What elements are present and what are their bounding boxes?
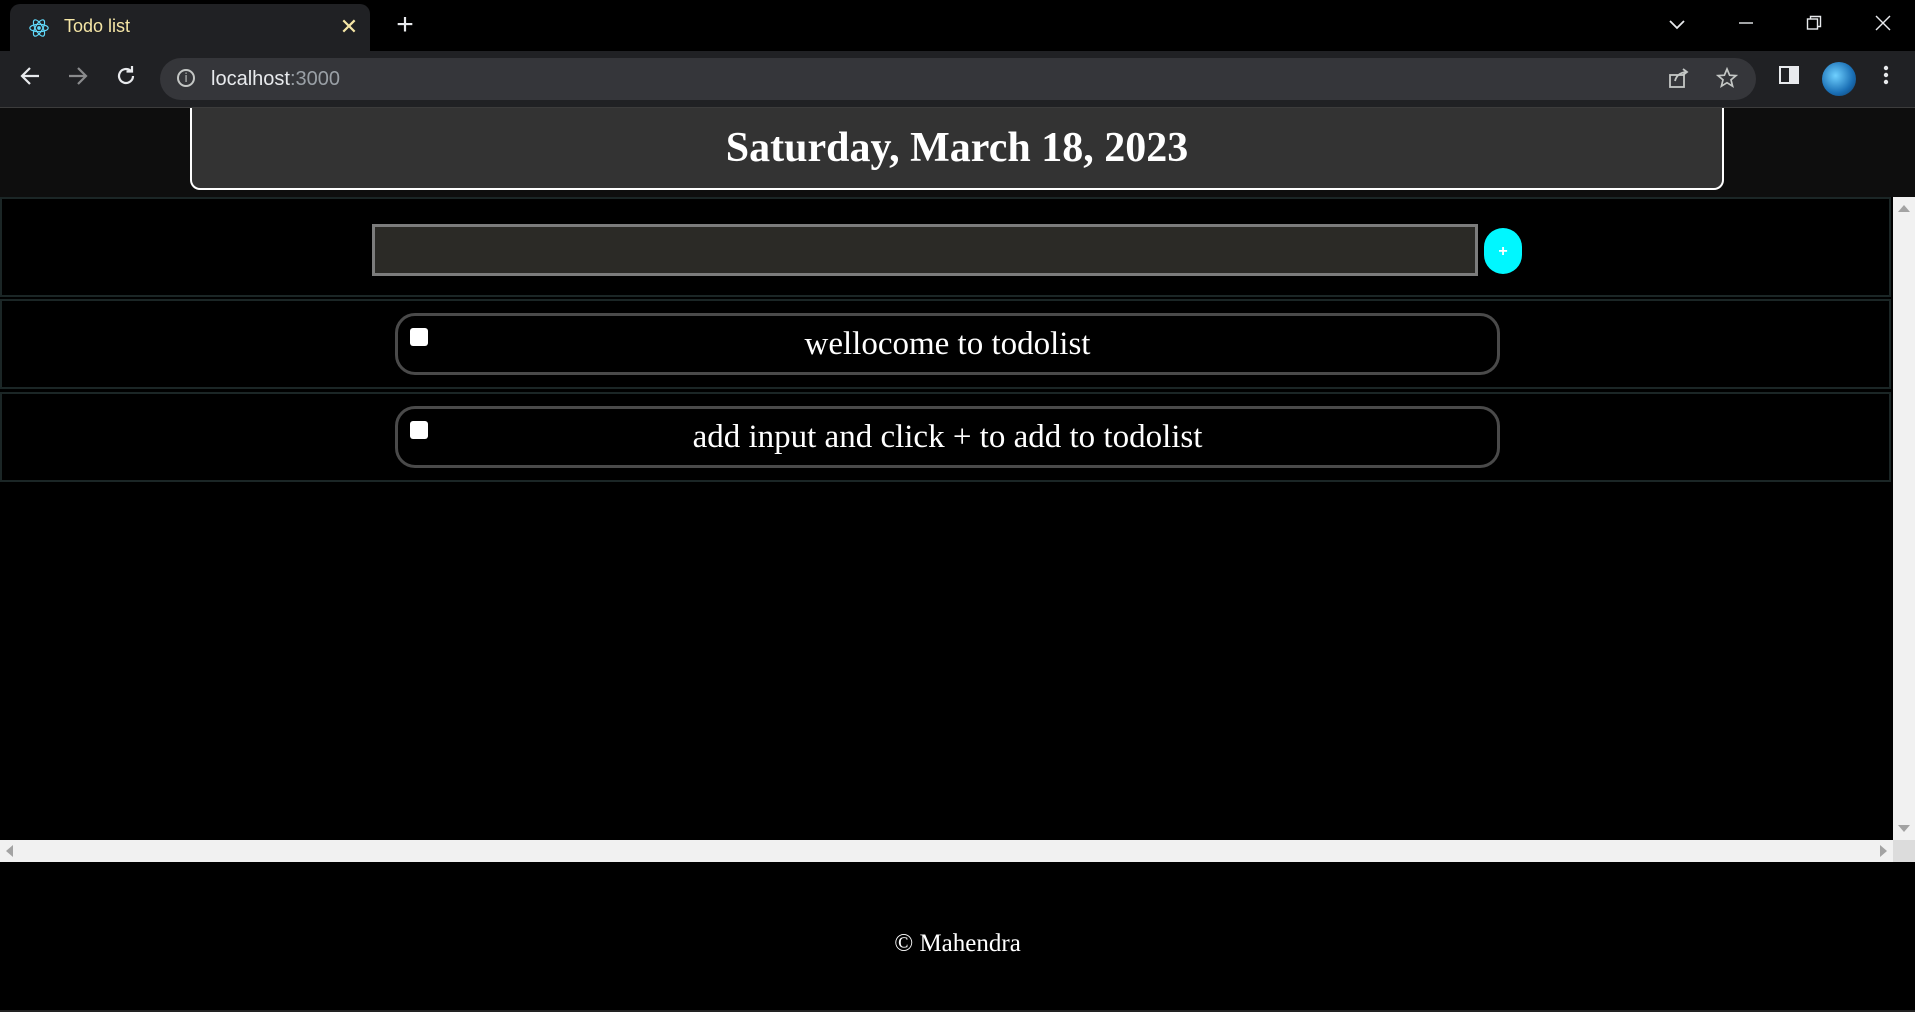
profile-avatar[interactable] (1822, 62, 1856, 96)
scroll-down-icon[interactable] (1898, 825, 1910, 832)
url-port: :3000 (289, 68, 340, 90)
url-text: localhost:3000 (211, 68, 340, 91)
browser-toolbar: i localhost:3000 (0, 51, 1915, 108)
address-bar[interactable]: i localhost:3000 (160, 58, 1756, 100)
side-panel-icon[interactable] (1774, 64, 1804, 94)
tab-search-icon[interactable] (1662, 10, 1692, 40)
new-tab-icon[interactable]: + (390, 10, 420, 41)
scroll-left-icon[interactable] (6, 845, 13, 857)
scrollbar-corner (1893, 840, 1915, 862)
footer-copyright: © Mahendra (894, 930, 1021, 957)
todo-input[interactable] (372, 224, 1478, 276)
bookmark-star-icon[interactable] (1714, 66, 1740, 93)
todo-scroll-area[interactable]: + wellocome to todolist add input and cl… (0, 197, 1893, 840)
date-title: Saturday, March 18, 2023 (725, 125, 1189, 171)
restore-icon[interactable] (1799, 10, 1829, 40)
close-window-icon[interactable] (1868, 10, 1898, 40)
vertical-scrollbar[interactable] (1893, 197, 1915, 840)
date-header: Saturday, March 18, 2023 (190, 108, 1724, 190)
reload-icon[interactable] (110, 63, 142, 95)
footer: © Mahendra (0, 862, 1915, 1012)
todo-card: add input and click + to add to todolist (395, 406, 1500, 468)
input-row: + (0, 197, 1891, 297)
todo-item: add input and click + to add to todolist (0, 392, 1891, 482)
todo-card: wellocome to todolist (395, 313, 1500, 375)
todo-item: wellocome to todolist (0, 299, 1891, 389)
header: Saturday, March 18, 2023 (0, 108, 1915, 197)
todo-text: add input and click + to add to todolist (692, 418, 1203, 455)
scroll-right-icon[interactable] (1880, 845, 1887, 857)
todo-text: wellocome to todolist (804, 325, 1091, 362)
share-icon[interactable] (1666, 67, 1692, 93)
site-info-icon[interactable]: i (177, 69, 195, 87)
page-viewport: Saturday, March 18, 2023 + wellocome to … (0, 108, 1915, 1012)
todo-checkbox[interactable] (410, 421, 428, 439)
browser-tabbar: Todo list ✕ + (0, 0, 1915, 51)
todo-checkbox[interactable] (410, 328, 428, 346)
close-tab-icon[interactable]: ✕ (336, 14, 362, 40)
forward-icon[interactable] (62, 63, 94, 95)
browser-tab[interactable]: Todo list ✕ (10, 4, 370, 51)
add-todo-button[interactable]: + (1484, 228, 1522, 274)
back-icon[interactable] (14, 63, 46, 95)
minimize-icon[interactable] (1731, 10, 1761, 40)
url-host: localhost (211, 68, 290, 90)
tab-title: Todo list (64, 16, 131, 36)
scroll-up-icon[interactable] (1898, 205, 1910, 212)
menu-icon[interactable] (1871, 64, 1901, 94)
horizontal-scrollbar[interactable] (0, 840, 1893, 862)
react-icon (29, 19, 49, 37)
